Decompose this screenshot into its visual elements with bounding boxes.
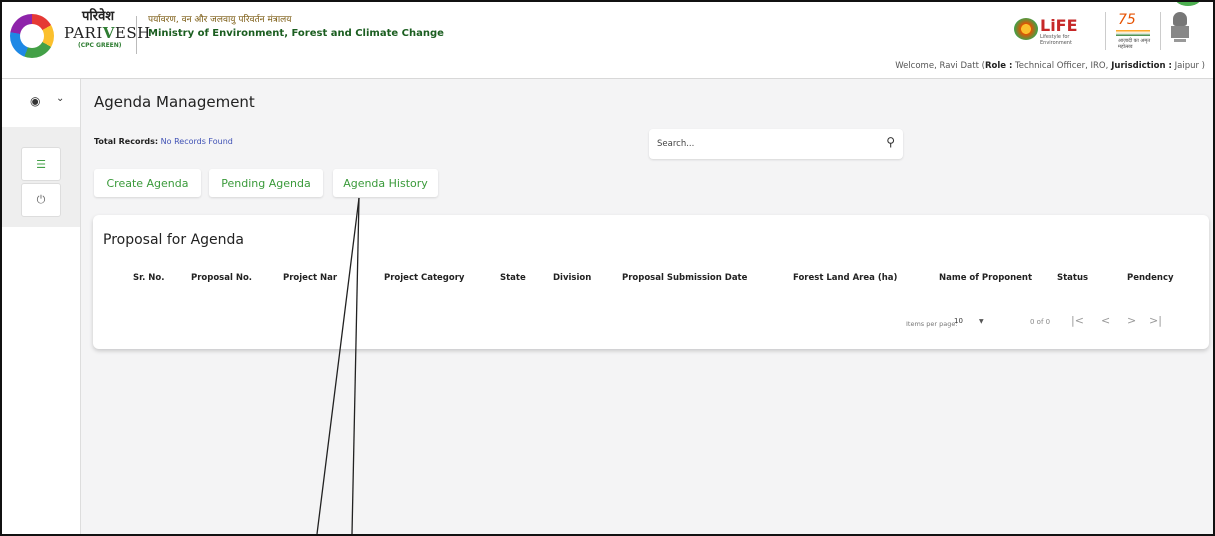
page-range: 0 of 0	[1030, 318, 1051, 326]
life-text: LiFE	[1040, 16, 1078, 35]
search-placeholder: Search...	[657, 139, 695, 149]
col-proposal-no[interactable]: Proposal No.	[191, 273, 252, 283]
brand-english-post: ESH	[114, 24, 151, 42]
ministry-english: Ministry of Environment, Forest and Clim…	[148, 28, 444, 39]
user-circle-icon[interactable]: ◉	[30, 94, 40, 108]
col-sr-no[interactable]: Sr. No.	[133, 273, 164, 283]
role-label: Role :	[984, 61, 1013, 71]
col-submission-date[interactable]: Proposal Submission Date	[622, 273, 747, 283]
prev-page-button[interactable]: <	[1101, 314, 1110, 327]
col-status[interactable]: Status	[1057, 273, 1088, 283]
azadi-flag-icon	[1116, 30, 1150, 36]
ministry-hindi: पर्यावरण, वन और जलवायु परिवर्तन मंत्रालय	[148, 15, 292, 25]
table-title: Proposal for Agenda	[103, 232, 244, 248]
col-state[interactable]: State	[500, 273, 526, 283]
sidebar-item-logout[interactable]: ⏻	[21, 183, 61, 217]
col-forest-land-area[interactable]: Forest Land Area (ha)	[793, 273, 897, 283]
jurisdiction-label: Jurisdiction :	[1108, 61, 1172, 71]
col-project-name[interactable]: Project Nar	[283, 273, 337, 283]
brand-english: PARIVESH	[64, 24, 151, 42]
col-pendency[interactable]: Pendency	[1127, 273, 1174, 283]
search-input[interactable]: Search... ⚲	[649, 129, 903, 159]
azadi-logo: 75 आज़ादी का अमृत महोत्सव	[1105, 12, 1161, 50]
sidebar-item-list[interactable]: ☰	[21, 147, 61, 181]
proposal-table-card: Proposal for Agenda Sr. No. Proposal No.…	[93, 215, 1209, 349]
parivesh-logo-icon[interactable]	[10, 14, 54, 58]
col-project-category[interactable]: Project Category	[384, 273, 464, 283]
items-per-page-select[interactable]: 10	[954, 317, 963, 325]
col-proponent[interactable]: Name of Proponent	[939, 273, 1032, 283]
brand-english-pre: PARI	[64, 24, 103, 42]
col-division[interactable]: Division	[553, 273, 591, 283]
create-agenda-button[interactable]: Create Agenda	[94, 169, 201, 197]
app-window: परिवेश PARIVESH (CPC GREEN) पर्यावरण, वन…	[0, 0, 1215, 536]
chevron-down-icon[interactable]: ⌄	[56, 93, 64, 104]
life-mark-icon	[1014, 18, 1038, 40]
agenda-history-button[interactable]: Agenda History	[333, 169, 438, 197]
dropdown-arrow-icon[interactable]: ▼	[979, 318, 984, 325]
top-header: परिवेश PARIVESH (CPC GREEN) पर्यावरण, वन…	[2, 2, 1213, 79]
sidebar: ◉ ⌄ ☰ ⏻	[2, 79, 81, 534]
page-title: Agenda Management	[94, 93, 255, 111]
life-logo: LiFE Lifestyle for Environment	[1014, 14, 1084, 46]
brand-check-icon: V	[102, 24, 115, 42]
azadi-sub: आज़ादी का अमृत महोत्सव	[1118, 38, 1151, 50]
life-sub: Lifestyle for Environment	[1040, 34, 1072, 46]
brand-hindi: परिवेश	[82, 9, 115, 24]
total-records: Total Records: No Records Found	[94, 137, 233, 146]
jurisdiction-value: Jaipur )	[1171, 61, 1205, 71]
search-icon[interactable]: ⚲	[886, 135, 895, 149]
header-divider	[136, 16, 137, 54]
last-page-button[interactable]: >|	[1149, 314, 1162, 327]
role-value: Technical Officer, IRO,	[1012, 61, 1109, 71]
first-page-button[interactable]: |<	[1071, 314, 1084, 327]
items-per-page-label: Items per page:	[906, 320, 958, 328]
next-page-button[interactable]: >	[1127, 314, 1136, 327]
total-records-value: No Records Found	[158, 137, 233, 146]
national-emblem-icon	[1171, 12, 1189, 44]
total-records-label: Total Records:	[94, 137, 159, 146]
status-dot	[1175, 2, 1201, 6]
pending-agenda-button[interactable]: Pending Agenda	[209, 169, 323, 197]
power-icon: ⏻	[36, 193, 46, 206]
azadi-number: 75	[1118, 12, 1136, 28]
brand-sub: (CPC GREEN)	[78, 42, 122, 49]
welcome-text: Welcome, Ravi Datt (Role : Technical Off…	[895, 61, 1205, 71]
list-icon: ☰	[36, 157, 46, 171]
welcome-prefix: Welcome, Ravi Datt (	[895, 61, 985, 71]
